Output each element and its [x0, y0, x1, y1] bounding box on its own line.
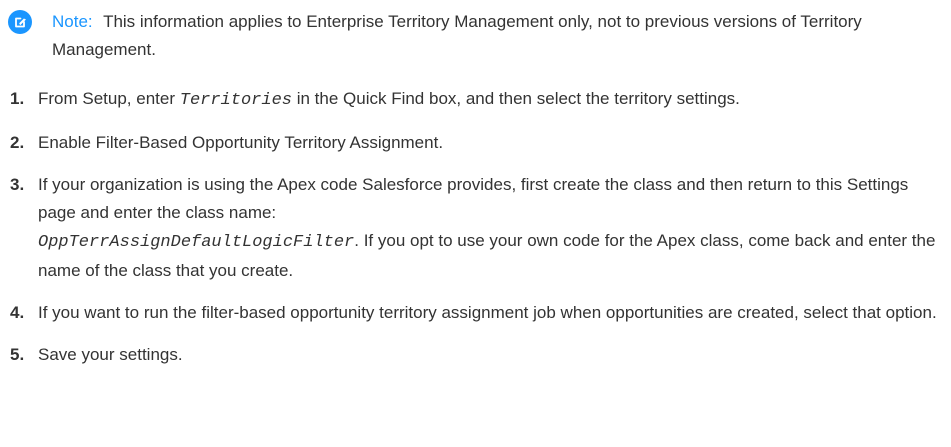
step-number: 1. [10, 89, 25, 108]
documentation-page: Note: This information applies to Enterp… [0, 0, 951, 447]
step-number: 3. [10, 175, 25, 194]
note-text: This information applies to Enterprise T… [52, 12, 862, 59]
step-text: Enable Filter-Based Opportunity Territor… [38, 133, 444, 152]
step-number: 4. [10, 303, 25, 322]
step-text-before: From Setup, enter [38, 89, 176, 108]
step-text: If your organization is using the Apex c… [38, 171, 945, 285]
step-number: 2. [10, 133, 25, 152]
edit-note-icon [8, 10, 32, 34]
step-number: 5. [10, 345, 25, 364]
step-2: 2. Enable Filter-Based Opportunity Terri… [10, 129, 945, 157]
step-4: 4. If you want to run the filter-based o… [10, 299, 945, 327]
step-text: If you want to run the filter-based oppo… [38, 303, 937, 322]
note-label: Note: [52, 12, 93, 31]
step-text: From Setup, enter Territories in the Qui… [38, 85, 945, 115]
note-body: Note: This information applies to Enterp… [52, 8, 937, 64]
step-5: 5. Save your settings. [10, 341, 945, 369]
step-text-after: in the Quick Find box, and then select t… [296, 89, 740, 108]
note-callout: Note: This information applies to Enterp… [8, 8, 937, 64]
code-territories: Territories [179, 91, 292, 110]
steps-list: 1. From Setup, enter Territories in the … [10, 85, 945, 383]
step-1: 1. From Setup, enter Territories in the … [10, 85, 945, 115]
step-text: Save your settings. [38, 345, 183, 364]
step-3: 3. If your organization is using the Ape… [10, 171, 945, 285]
step-text-before: If your organization is using the Apex c… [38, 175, 909, 222]
code-class-name: OppTerrAssignDefaultLogicFilter [38, 233, 355, 252]
